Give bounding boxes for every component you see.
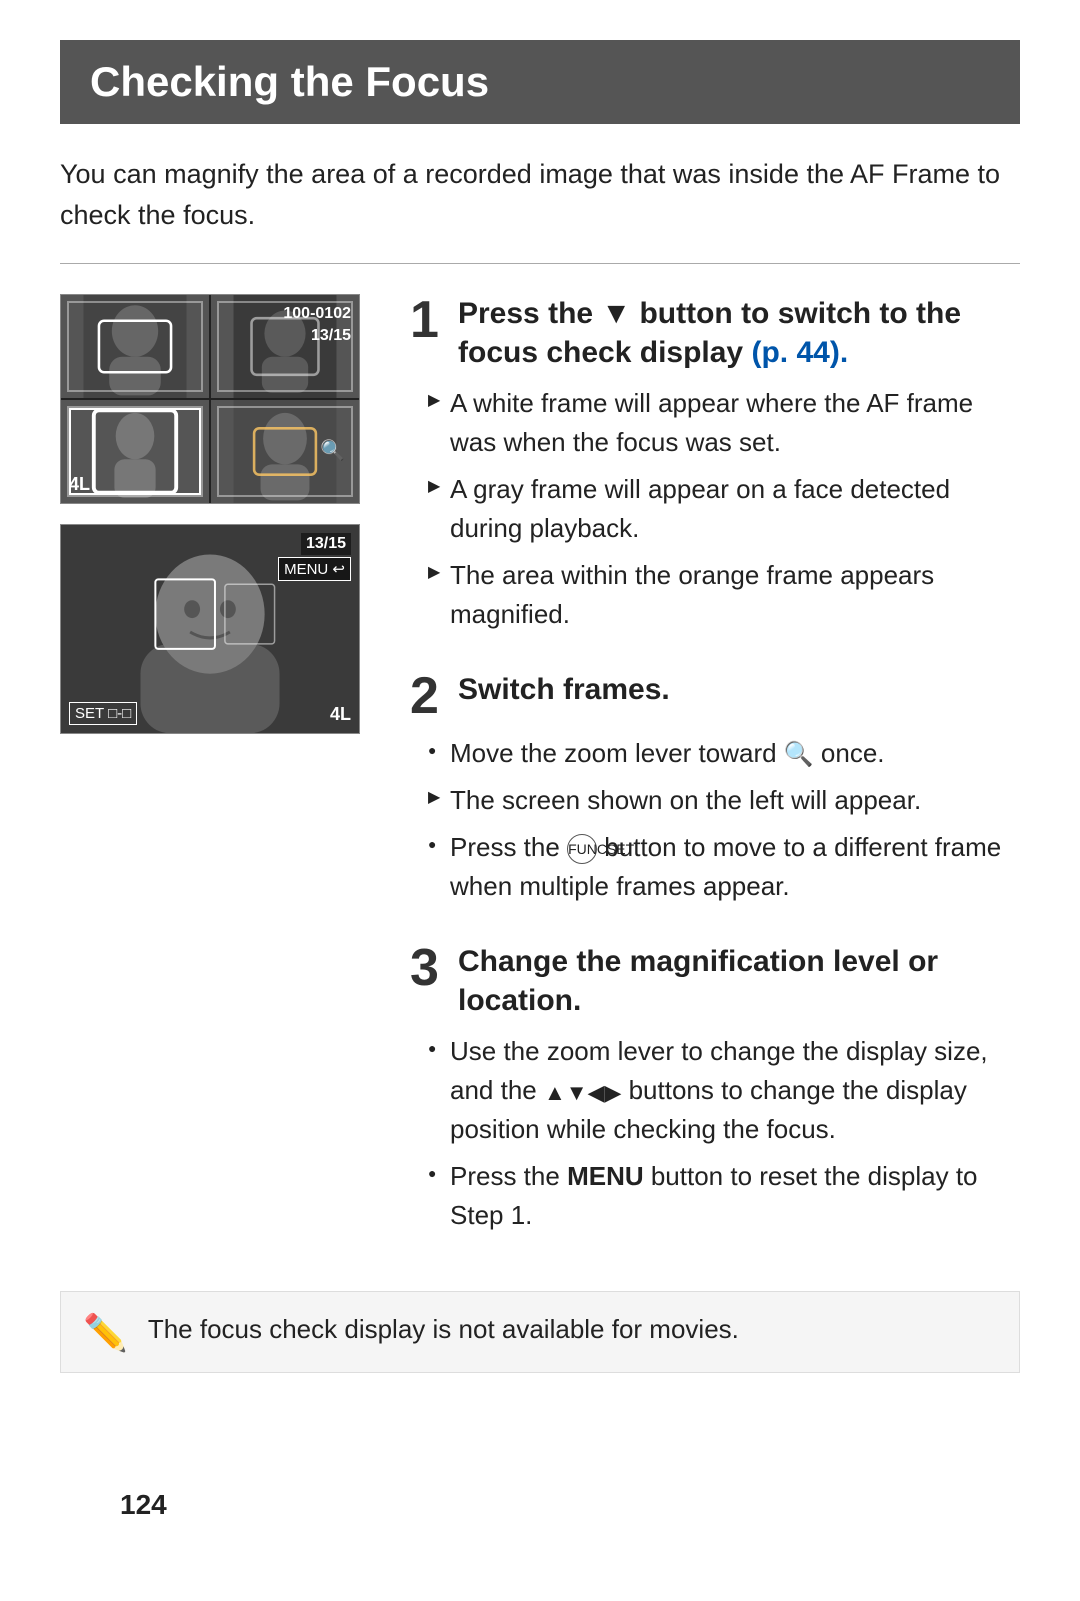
step2-bullet-3: Press the FUNCSET button to move to a di… xyxy=(428,828,1020,906)
step2-header: 2 Switch frames. xyxy=(410,670,1020,722)
section-divider xyxy=(60,263,1020,264)
step2-image: 13/15 MENU ↩ SET □-□ 4L xyxy=(60,524,360,734)
image2-overlay-top: 13/15 xyxy=(301,533,351,555)
photo-cell-3 xyxy=(61,400,209,503)
step1-symbol: ▼ xyxy=(601,297,639,330)
step3-number: 3 xyxy=(410,942,444,994)
step3-title: Change the magnification level or locati… xyxy=(458,942,1020,1020)
content-area: 100-0102 13/15 🔍 4L xyxy=(60,294,1020,1271)
step3-block: 3 Change the magnification level or loca… xyxy=(410,942,1020,1235)
step3-bullets: Use the zoom lever to change the display… xyxy=(410,1032,1020,1235)
step1-header: 1 Press the ▼ button to switch to the fo… xyxy=(410,294,1020,372)
step3-header: 3 Change the magnification level or loca… xyxy=(410,942,1020,1020)
step2-block: 2 Switch frames. Move the zoom lever tow… xyxy=(410,670,1020,906)
image1-overlay-top: 100-0102 13/15 xyxy=(283,303,351,348)
image1-zoom-icon: 🔍 xyxy=(320,438,345,463)
image2-menu-bar: MENU ↩ xyxy=(278,557,351,581)
intro-text: You can magnify the area of a recorded i… xyxy=(60,154,1020,235)
image2-set-bar: SET □-□ xyxy=(69,702,137,725)
step1-bullets: A white frame will appear where the AF f… xyxy=(410,384,1020,634)
step1-bullet-1: A white frame will appear where the AF f… xyxy=(428,384,1020,462)
step1-link: (p. 44). xyxy=(751,336,848,369)
step2-bullet-2: The screen shown on the left will appear… xyxy=(428,781,1020,820)
left-column: 100-0102 13/15 🔍 4L xyxy=(60,294,370,1271)
right-column: 1 Press the ▼ button to switch to the fo… xyxy=(410,294,1020,1271)
note-text: The focus check display is not available… xyxy=(148,1310,739,1349)
step1-bullet-3: The area within the orange frame appears… xyxy=(428,556,1020,634)
photo-cell-1 xyxy=(61,295,209,398)
step1-title: Press the ▼ button to switch to the focu… xyxy=(458,294,1020,372)
func-icon: FUNCSET xyxy=(567,834,597,864)
step2-bullets: Move the zoom lever toward 🔍 once. The s… xyxy=(410,734,1020,906)
menu-label: MENU xyxy=(567,1161,644,1191)
page-title: Checking the Focus xyxy=(90,58,990,106)
step1-image: 100-0102 13/15 🔍 4L xyxy=(60,294,360,504)
step2-number: 2 xyxy=(410,670,444,722)
step2-bullet-1: Move the zoom lever toward 🔍 once. xyxy=(428,734,1020,773)
step1-bullet-2: A gray frame will appear on a face detec… xyxy=(428,470,1020,548)
note-box: ✏️ The focus check display is not availa… xyxy=(60,1291,1020,1373)
face-svg-1 xyxy=(61,295,209,398)
image2-bottom-left: 4L xyxy=(330,704,351,725)
magnify-icon: 🔍 xyxy=(784,737,814,773)
direction-arrows: ▲▼◀▶ xyxy=(544,1076,621,1109)
step3-bullet-2: Press the MENU button to reset the displ… xyxy=(428,1157,1020,1235)
step1-number: 1 xyxy=(410,294,444,346)
step1-block: 1 Press the ▼ button to switch to the fo… xyxy=(410,294,1020,634)
step3-bullet-1: Use the zoom lever to change the display… xyxy=(428,1032,1020,1149)
note-icon: ✏️ xyxy=(83,1312,128,1354)
page-number: 124 xyxy=(120,1489,167,1521)
page-title-box: Checking the Focus xyxy=(60,40,1020,124)
face-svg-3 xyxy=(61,400,209,503)
step2-title: Switch frames. xyxy=(458,670,670,709)
